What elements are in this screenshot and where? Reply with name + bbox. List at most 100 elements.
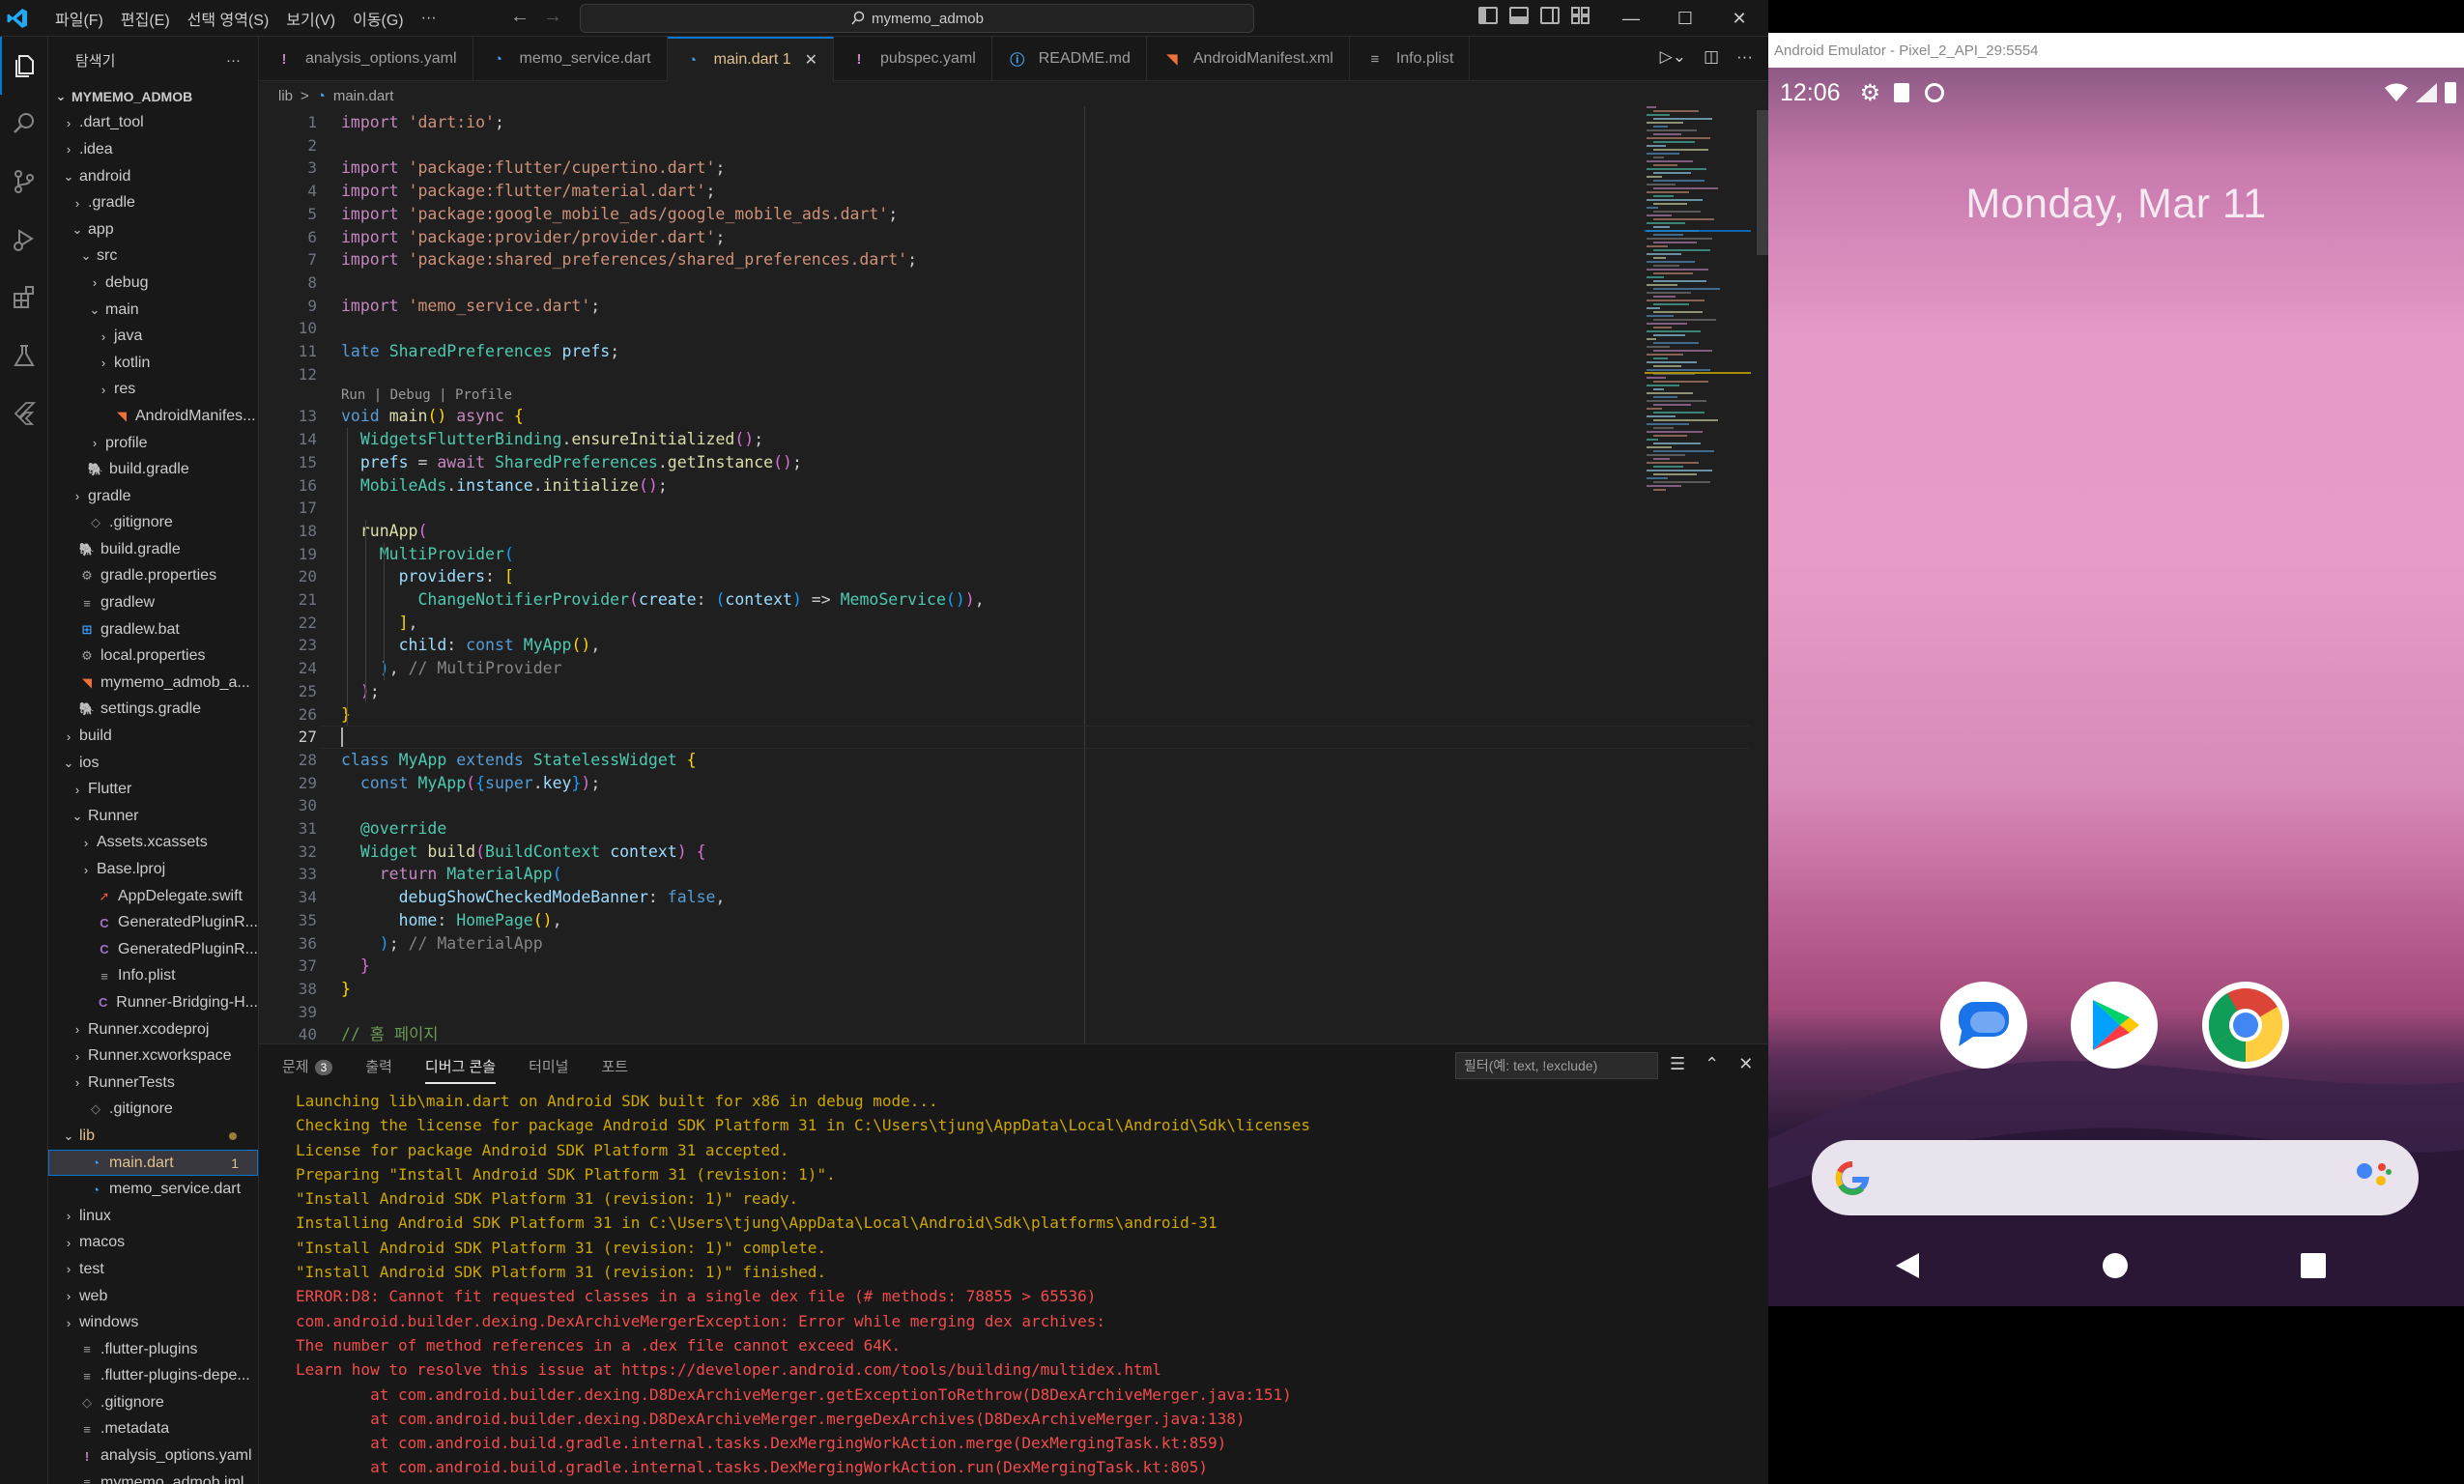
tree-file[interactable]: ≡ .metadata bbox=[48, 1416, 258, 1443]
close-panel-icon[interactable]: ✕ bbox=[1738, 1054, 1753, 1074]
panel-tab[interactable]: 디버그 콘솔 bbox=[424, 1056, 497, 1084]
toggle-sidebar-icon[interactable] bbox=[1478, 7, 1498, 24]
tree-file[interactable]: ⊞ gradlew.bat bbox=[48, 616, 258, 643]
tree-folder[interactable]: ⌄ src bbox=[48, 243, 258, 271]
tree-file[interactable]: C GeneratedPluginR... bbox=[48, 909, 258, 936]
menu-file[interactable]: 파일(F) bbox=[46, 7, 112, 30]
split-editor-icon[interactable]: ◫ bbox=[1704, 47, 1719, 67]
tree-file[interactable]: ◥ mymemo_admob_a... bbox=[48, 670, 258, 697]
tree-folder[interactable]: › .gradle bbox=[48, 189, 258, 216]
menu-go[interactable]: 이동(G) bbox=[344, 7, 413, 30]
run-dropdown-icon[interactable]: ▷⌄ bbox=[1660, 47, 1686, 67]
tree-file[interactable]: ◇ .gitignore bbox=[48, 1097, 258, 1124]
close-tab-icon[interactable]: ✕ bbox=[805, 50, 817, 70]
chrome-icon[interactable] bbox=[2202, 982, 2289, 1069]
tree-file[interactable]: C GeneratedPluginR... bbox=[48, 936, 258, 963]
back-arrow-icon[interactable]: ← bbox=[510, 6, 530, 28]
panel-tab[interactable]: 출력 bbox=[365, 1056, 392, 1076]
source-control-icon[interactable] bbox=[0, 153, 48, 211]
explorer-more-icon[interactable]: ··· bbox=[226, 52, 241, 69]
tree-folder[interactable]: ⌄ android bbox=[48, 163, 258, 190]
tree-folder[interactable]: › profile bbox=[48, 430, 258, 457]
tree-file[interactable]: ◥ AndroidManifes... bbox=[48, 403, 258, 430]
tree-folder[interactable]: › kotlin bbox=[48, 350, 258, 377]
editor-tab[interactable]: ! analysis_options.yaml bbox=[259, 37, 473, 81]
code-lens-run-debug[interactable]: Run | Debug | Profile bbox=[341, 387, 512, 403]
recents-button-icon[interactable] bbox=[2299, 1251, 2328, 1280]
tree-file[interactable]: ◔ main.dart 1 bbox=[48, 1149, 258, 1177]
search-icon[interactable] bbox=[0, 95, 48, 153]
panel-menu-icon[interactable]: ☰ bbox=[1670, 1054, 1685, 1074]
tree-folder[interactable]: › web bbox=[48, 1283, 258, 1310]
date-widget[interactable]: Monday, Mar 11 bbox=[1768, 181, 2464, 228]
menu-selection[interactable]: 선택 영역(S) bbox=[179, 7, 278, 30]
tree-folder[interactable]: › .dart_tool bbox=[48, 110, 258, 137]
tree-folder[interactable]: ⌄ app bbox=[48, 216, 258, 243]
back-button-icon[interactable] bbox=[1894, 1251, 1923, 1280]
explorer-icon[interactable] bbox=[0, 37, 48, 95]
play-store-icon[interactable] bbox=[2071, 982, 2158, 1069]
home-screen[interactable]: 12:06 ⚙ Monday, Mar 11 bbox=[1768, 68, 2464, 1306]
toggle-panel-icon[interactable] bbox=[1509, 7, 1529, 24]
tree-folder[interactable]: › res bbox=[48, 377, 258, 404]
breadcrumb-file[interactable]: main.dart bbox=[333, 88, 394, 104]
command-center[interactable]: mymemo_admob bbox=[580, 4, 1254, 33]
tree-folder[interactable]: › Flutter bbox=[48, 776, 258, 803]
google-assistant-icon[interactable] bbox=[2355, 1159, 2393, 1194]
tree-folder[interactable]: › RunnerTests bbox=[48, 1070, 258, 1097]
tree-file[interactable]: ◔ memo_service.dart bbox=[48, 1176, 258, 1203]
tree-folder[interactable]: › build bbox=[48, 723, 258, 750]
tree-file[interactable]: ≡ gradlew bbox=[48, 589, 258, 616]
tree-file[interactable]: C Runner-Bridging-H... bbox=[48, 989, 258, 1016]
menu-edit[interactable]: 편집(E) bbox=[112, 7, 179, 30]
breadcrumb-folder[interactable]: lib bbox=[278, 88, 293, 104]
tree-file[interactable]: 🐘 build.gradle bbox=[48, 456, 258, 483]
panel-tab[interactable]: 터미널 bbox=[529, 1056, 568, 1076]
menu-view[interactable]: 보기(V) bbox=[277, 7, 344, 30]
tree-folder[interactable]: › Runner.xcworkspace bbox=[48, 1042, 258, 1070]
tree-folder[interactable]: › macos bbox=[48, 1230, 258, 1257]
editor-tab[interactable]: ! pubspec.yaml bbox=[834, 37, 992, 81]
tree-file[interactable]: ➚ AppDelegate.swift bbox=[48, 883, 258, 910]
minimize-icon[interactable]: — bbox=[1604, 0, 1658, 37]
messages-icon[interactable] bbox=[1940, 982, 2027, 1069]
tree-folder[interactable]: › linux bbox=[48, 1203, 258, 1230]
tree-file[interactable]: 🐘 settings.gradle bbox=[48, 697, 258, 724]
panel-tab[interactable]: 문제 3 bbox=[282, 1056, 333, 1076]
tree-file[interactable]: ⚙ gradle.properties bbox=[48, 563, 258, 590]
menu-more[interactable]: ··· bbox=[413, 10, 445, 27]
tree-folder[interactable]: › debug bbox=[48, 270, 258, 297]
customize-layout-icon[interactable] bbox=[1571, 7, 1590, 24]
home-button-icon[interactable] bbox=[2101, 1251, 2130, 1280]
tree-folder[interactable]: › windows bbox=[48, 1309, 258, 1336]
tree-folder[interactable]: › test bbox=[48, 1256, 258, 1283]
minimap[interactable] bbox=[1645, 106, 1751, 522]
editor-tab[interactable]: ◥ AndroidManifest.xml bbox=[1147, 37, 1350, 81]
editor-scrollbar[interactable] bbox=[1755, 106, 1768, 1043]
tree-file[interactable]: ◇ .gitignore bbox=[48, 510, 258, 537]
tree-folder[interactable]: ⌄ Runner bbox=[48, 803, 258, 830]
extensions-icon[interactable] bbox=[0, 269, 48, 327]
maximize-panel-icon[interactable]: ⌃ bbox=[1705, 1054, 1719, 1074]
tree-file[interactable]: ≡ Info.plist bbox=[48, 963, 258, 990]
tree-file[interactable]: ≡ .flutter-plugins-depe... bbox=[48, 1363, 258, 1390]
tree-folder[interactable]: › java bbox=[48, 323, 258, 350]
code-editor[interactable]: 1 import 'dart:io'; 2 3 import 'package:flut… bbox=[259, 106, 1768, 1043]
tree-folder[interactable]: › Assets.xcassets bbox=[48, 830, 258, 857]
tree-folder[interactable]: › Base.lproj bbox=[48, 856, 258, 883]
toggle-secondary-sidebar-icon[interactable] bbox=[1540, 7, 1560, 24]
tree-file[interactable]: ⚙ local.properties bbox=[48, 642, 258, 670]
close-icon[interactable]: ✕ bbox=[1712, 0, 1766, 37]
editor-more-icon[interactable]: ··· bbox=[1736, 47, 1753, 67]
tree-folder[interactable]: › .idea bbox=[48, 136, 258, 163]
tree-folder[interactable]: ⌄ MYMEMO_ADMOB bbox=[48, 83, 258, 110]
maximize-icon[interactable]: ☐ bbox=[1658, 0, 1712, 37]
editor-tab[interactable]: ◔ memo_service.dart bbox=[473, 37, 668, 81]
tree-file[interactable]: ◇ .gitignore bbox=[48, 1389, 258, 1416]
run-debug-icon[interactable] bbox=[0, 211, 48, 269]
testing-icon[interactable] bbox=[0, 327, 48, 385]
tree-file[interactable]: 🐘 build.gradle bbox=[48, 536, 258, 563]
tree-file[interactable]: ≡ mymemo_admob.iml bbox=[48, 1470, 258, 1484]
console-filter-input[interactable]: 필터(예: text, !exclude) bbox=[1455, 1052, 1658, 1079]
google-search-bar[interactable] bbox=[1812, 1140, 2419, 1215]
